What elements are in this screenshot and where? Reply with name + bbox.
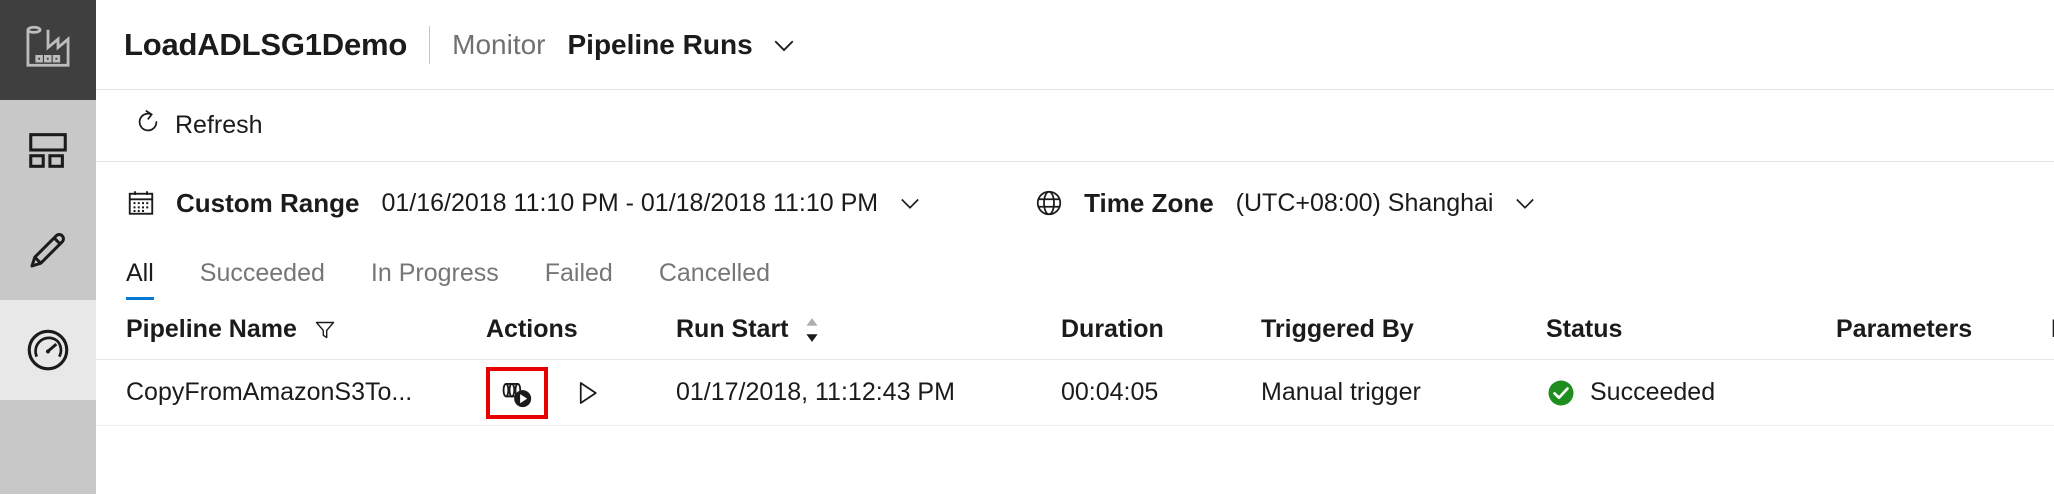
pencil-icon: [24, 226, 72, 274]
tab-all-label: All: [126, 259, 154, 287]
triggered-by-text: Manual trigger: [1261, 378, 1421, 406]
column-header-run-start[interactable]: Run Start: [676, 315, 1061, 344]
factory-icon: [20, 20, 76, 81]
dashboard-icon: [25, 127, 71, 173]
column-label-parameters: Parameters: [1836, 315, 1973, 343]
app-window: LoadADLSG1Demo Monitor Pipeline Runs Ref…: [0, 0, 2054, 500]
view-activity-runs-icon[interactable]: [486, 366, 548, 419]
column-label-duration: Duration: [1061, 315, 1164, 343]
status-filter-tabs: All Succeeded In Progress Failed Cancell…: [96, 244, 2054, 300]
bottom-strip: [0, 494, 2054, 500]
left-rail: [0, 0, 96, 500]
success-check-icon: [1546, 378, 1576, 408]
filter-funnel-icon[interactable]: [313, 318, 337, 342]
sidebar-item-overview[interactable]: [0, 100, 96, 200]
column-header-actions: Actions: [486, 315, 676, 344]
globe-icon: [1034, 188, 1064, 218]
tab-all[interactable]: All: [126, 259, 154, 300]
sort-arrows-icon[interactable]: [803, 316, 821, 344]
table-header-row: Pipeline Name Actions Run Start Duration…: [96, 300, 2054, 360]
column-header-triggered-by: Triggered By: [1261, 315, 1546, 344]
main-content: LoadADLSG1Demo Monitor Pipeline Runs Ref…: [96, 0, 2054, 500]
table-row[interactable]: CopyFromAmazonS3To... 01/17/2018, 11:12:…: [96, 360, 2054, 426]
sidebar-item-monitor[interactable]: [0, 300, 96, 400]
custom-range-label: Custom Range: [176, 187, 360, 218]
pipeline-runs-table: Pipeline Name Actions Run Start Duration…: [96, 300, 2054, 426]
tab-succeeded[interactable]: Succeeded: [200, 259, 325, 300]
refresh-button[interactable]: Refresh: [126, 102, 271, 149]
column-label-actions: Actions: [486, 315, 578, 343]
duration-text: 00:04:05: [1061, 378, 1159, 406]
title-divider: [429, 25, 431, 64]
tab-failed-label: Failed: [544, 259, 613, 287]
tab-cancelled[interactable]: Cancelled: [659, 259, 770, 300]
time-zone-value: (UTC+08:00) Shanghai: [1235, 188, 1494, 217]
cell-pipeline-name[interactable]: CopyFromAmazonS3To...: [126, 378, 486, 407]
column-label-run-start: Run Start: [676, 315, 789, 343]
rail-nav: [0, 100, 96, 500]
status-badge: Succeeded: [1546, 378, 1715, 408]
title-bar: LoadADLSG1Demo Monitor Pipeline Runs: [96, 0, 2054, 90]
refresh-label: Refresh: [175, 111, 263, 139]
time-zone-label: Time Zone: [1084, 187, 1214, 218]
time-zone-chevron-down-icon[interactable]: [1511, 189, 1539, 217]
column-label-status: Status: [1546, 315, 1623, 343]
page-title: LoadADLSG1Demo: [124, 26, 408, 62]
rerun-play-icon[interactable]: [558, 367, 616, 419]
custom-range-value: 01/16/2018 11:10 PM - 01/18/2018 11:10 P…: [381, 188, 879, 217]
pipeline-name-text: CopyFromAmazonS3To...: [126, 378, 413, 406]
sidebar-item-author[interactable]: [0, 200, 96, 300]
cell-status: Succeeded: [1546, 378, 1836, 408]
adf-logo: [0, 0, 96, 100]
time-zone-filter[interactable]: Time Zone (UTC+08:00) Shanghai: [1034, 188, 1539, 219]
tab-failed[interactable]: Failed: [545, 259, 613, 300]
breadcrumb-current: Pipeline Runs: [567, 28, 753, 60]
refresh-icon: [134, 108, 162, 143]
breadcrumb-parent[interactable]: Monitor: [452, 29, 545, 61]
cell-actions: [486, 366, 676, 419]
cell-triggered-by: Manual trigger: [1261, 378, 1546, 407]
tab-cancelled-label: Cancelled: [658, 259, 771, 287]
custom-range-filter[interactable]: Custom Range 01/16/2018 11:10 PM - 01/18…: [126, 188, 924, 219]
tab-in-progress[interactable]: In Progress: [371, 259, 499, 300]
gauge-icon: [23, 325, 73, 375]
column-header-status: Status: [1546, 315, 1836, 344]
column-header-parameters: Parameters: [1836, 315, 2051, 344]
tab-succeeded-label: Succeeded: [199, 259, 325, 287]
column-label-pipeline-name: Pipeline Name: [126, 315, 297, 343]
status-text: Succeeded: [1590, 378, 1716, 406]
cell-run-start: 01/17/2018, 11:12:43 PM: [676, 378, 1061, 407]
calendar-icon: [126, 188, 156, 218]
column-header-duration: Duration: [1061, 315, 1261, 344]
filter-bar: Custom Range 01/16/2018 11:10 PM - 01/18…: [96, 162, 2054, 244]
breadcrumb-chevron-down-icon[interactable]: [769, 30, 799, 60]
custom-range-chevron-down-icon[interactable]: [896, 189, 924, 217]
run-start-text: 01/17/2018, 11:12:43 PM: [676, 378, 955, 406]
command-bar: Refresh: [96, 90, 2054, 162]
column-label-triggered-by: Triggered By: [1261, 315, 1414, 343]
cell-duration: 00:04:05: [1061, 378, 1261, 407]
column-header-pipeline-name[interactable]: Pipeline Name: [126, 315, 486, 344]
tab-in-progress-label: In Progress: [370, 259, 499, 287]
